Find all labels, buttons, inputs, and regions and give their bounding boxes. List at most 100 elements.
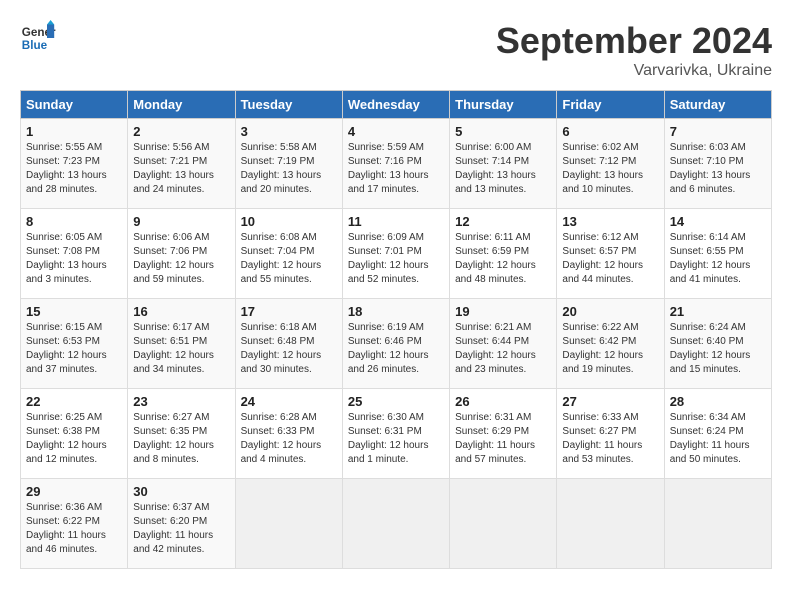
daylight-text: Daylight: 13 hours and 28 minutes. [26, 169, 122, 197]
column-header-tuesday: Tuesday [235, 91, 342, 119]
sunrise-text: Sunrise: 6:37 AM [133, 501, 229, 515]
day-number: 27 [562, 394, 658, 409]
calendar-cell: 7 Sunrise: 6:03 AM Sunset: 7:10 PM Dayli… [664, 119, 771, 209]
day-number: 28 [670, 394, 766, 409]
day-info: Sunrise: 6:08 AM Sunset: 7:04 PM Dayligh… [241, 231, 337, 287]
sunrise-text: Sunrise: 6:33 AM [562, 411, 658, 425]
sunset-text: Sunset: 6:24 PM [670, 425, 766, 439]
calendar-cell: 8 Sunrise: 6:05 AM Sunset: 7:08 PM Dayli… [21, 209, 128, 299]
day-info: Sunrise: 6:00 AM Sunset: 7:14 PM Dayligh… [455, 141, 551, 197]
day-number: 25 [348, 394, 444, 409]
sunrise-text: Sunrise: 6:14 AM [670, 231, 766, 245]
column-header-sunday: Sunday [21, 91, 128, 119]
calendar-cell: 3 Sunrise: 5:58 AM Sunset: 7:19 PM Dayli… [235, 119, 342, 209]
daylight-text: Daylight: 12 hours and 34 minutes. [133, 349, 229, 377]
sunset-text: Sunset: 6:20 PM [133, 515, 229, 529]
title-block: September 2024 Varvarivka, Ukraine [496, 20, 772, 80]
sunset-text: Sunset: 7:01 PM [348, 245, 444, 259]
calendar-cell: 16 Sunrise: 6:17 AM Sunset: 6:51 PM Dayl… [128, 299, 235, 389]
calendar-cell: 10 Sunrise: 6:08 AM Sunset: 7:04 PM Dayl… [235, 209, 342, 299]
day-info: Sunrise: 6:28 AM Sunset: 6:33 PM Dayligh… [241, 411, 337, 467]
daylight-text: Daylight: 12 hours and 41 minutes. [670, 259, 766, 287]
calendar-cell: 12 Sunrise: 6:11 AM Sunset: 6:59 PM Dayl… [450, 209, 557, 299]
day-number: 19 [455, 304, 551, 319]
daylight-text: Daylight: 12 hours and 8 minutes. [133, 439, 229, 467]
calendar-header-row: SundayMondayTuesdayWednesdayThursdayFrid… [21, 91, 772, 119]
sunrise-text: Sunrise: 6:36 AM [26, 501, 122, 515]
sunset-text: Sunset: 6:59 PM [455, 245, 551, 259]
sunset-text: Sunset: 6:40 PM [670, 335, 766, 349]
sunrise-text: Sunrise: 6:21 AM [455, 321, 551, 335]
sunset-text: Sunset: 6:48 PM [241, 335, 337, 349]
sunset-text: Sunset: 6:33 PM [241, 425, 337, 439]
calendar-cell: 28 Sunrise: 6:34 AM Sunset: 6:24 PM Dayl… [664, 389, 771, 479]
day-info: Sunrise: 6:09 AM Sunset: 7:01 PM Dayligh… [348, 231, 444, 287]
calendar-week-3: 15 Sunrise: 6:15 AM Sunset: 6:53 PM Dayl… [21, 299, 772, 389]
day-info: Sunrise: 6:31 AM Sunset: 6:29 PM Dayligh… [455, 411, 551, 467]
calendar-cell: 5 Sunrise: 6:00 AM Sunset: 7:14 PM Dayli… [450, 119, 557, 209]
column-header-monday: Monday [128, 91, 235, 119]
sunrise-text: Sunrise: 6:12 AM [562, 231, 658, 245]
daylight-text: Daylight: 13 hours and 20 minutes. [241, 169, 337, 197]
day-number: 15 [26, 304, 122, 319]
daylight-text: Daylight: 12 hours and 15 minutes. [670, 349, 766, 377]
sunrise-text: Sunrise: 6:27 AM [133, 411, 229, 425]
page-header: General Blue September 2024 Varvarivka, … [20, 20, 772, 80]
day-info: Sunrise: 6:36 AM Sunset: 6:22 PM Dayligh… [26, 501, 122, 557]
sunrise-text: Sunrise: 6:25 AM [26, 411, 122, 425]
calendar-cell [557, 479, 664, 569]
sunset-text: Sunset: 7:14 PM [455, 155, 551, 169]
sunrise-text: Sunrise: 6:05 AM [26, 231, 122, 245]
calendar-cell: 6 Sunrise: 6:02 AM Sunset: 7:12 PM Dayli… [557, 119, 664, 209]
day-info: Sunrise: 5:55 AM Sunset: 7:23 PM Dayligh… [26, 141, 122, 197]
sunrise-text: Sunrise: 6:06 AM [133, 231, 229, 245]
day-info: Sunrise: 6:15 AM Sunset: 6:53 PM Dayligh… [26, 321, 122, 377]
sunset-text: Sunset: 6:38 PM [26, 425, 122, 439]
day-info: Sunrise: 6:33 AM Sunset: 6:27 PM Dayligh… [562, 411, 658, 467]
calendar-cell: 2 Sunrise: 5:56 AM Sunset: 7:21 PM Dayli… [128, 119, 235, 209]
sunrise-text: Sunrise: 6:15 AM [26, 321, 122, 335]
sunset-text: Sunset: 6:53 PM [26, 335, 122, 349]
column-header-wednesday: Wednesday [342, 91, 449, 119]
calendar-cell: 4 Sunrise: 5:59 AM Sunset: 7:16 PM Dayli… [342, 119, 449, 209]
calendar-cell: 25 Sunrise: 6:30 AM Sunset: 6:31 PM Dayl… [342, 389, 449, 479]
column-header-saturday: Saturday [664, 91, 771, 119]
calendar-week-1: 1 Sunrise: 5:55 AM Sunset: 7:23 PM Dayli… [21, 119, 772, 209]
sunset-text: Sunset: 6:35 PM [133, 425, 229, 439]
sunrise-text: Sunrise: 5:59 AM [348, 141, 444, 155]
calendar-cell: 20 Sunrise: 6:22 AM Sunset: 6:42 PM Dayl… [557, 299, 664, 389]
calendar-cell: 9 Sunrise: 6:06 AM Sunset: 7:06 PM Dayli… [128, 209, 235, 299]
day-info: Sunrise: 6:27 AM Sunset: 6:35 PM Dayligh… [133, 411, 229, 467]
daylight-text: Daylight: 12 hours and 59 minutes. [133, 259, 229, 287]
day-number: 30 [133, 484, 229, 499]
calendar-cell: 26 Sunrise: 6:31 AM Sunset: 6:29 PM Dayl… [450, 389, 557, 479]
day-info: Sunrise: 6:05 AM Sunset: 7:08 PM Dayligh… [26, 231, 122, 287]
daylight-text: Daylight: 11 hours and 46 minutes. [26, 529, 122, 557]
column-header-friday: Friday [557, 91, 664, 119]
day-info: Sunrise: 6:22 AM Sunset: 6:42 PM Dayligh… [562, 321, 658, 377]
day-number: 14 [670, 214, 766, 229]
sunrise-text: Sunrise: 6:00 AM [455, 141, 551, 155]
daylight-text: Daylight: 12 hours and 30 minutes. [241, 349, 337, 377]
day-info: Sunrise: 6:25 AM Sunset: 6:38 PM Dayligh… [26, 411, 122, 467]
daylight-text: Daylight: 13 hours and 24 minutes. [133, 169, 229, 197]
calendar-week-5: 29 Sunrise: 6:36 AM Sunset: 6:22 PM Dayl… [21, 479, 772, 569]
day-info: Sunrise: 5:58 AM Sunset: 7:19 PM Dayligh… [241, 141, 337, 197]
svg-text:Blue: Blue [22, 39, 48, 52]
daylight-text: Daylight: 12 hours and 37 minutes. [26, 349, 122, 377]
sunset-text: Sunset: 7:21 PM [133, 155, 229, 169]
location-subtitle: Varvarivka, Ukraine [496, 62, 772, 80]
sunrise-text: Sunrise: 6:03 AM [670, 141, 766, 155]
day-number: 18 [348, 304, 444, 319]
sunset-text: Sunset: 7:19 PM [241, 155, 337, 169]
day-number: 21 [670, 304, 766, 319]
daylight-text: Daylight: 12 hours and 44 minutes. [562, 259, 658, 287]
column-header-thursday: Thursday [450, 91, 557, 119]
day-number: 8 [26, 214, 122, 229]
sunrise-text: Sunrise: 6:24 AM [670, 321, 766, 335]
sunset-text: Sunset: 7:12 PM [562, 155, 658, 169]
day-info: Sunrise: 6:19 AM Sunset: 6:46 PM Dayligh… [348, 321, 444, 377]
sunset-text: Sunset: 6:42 PM [562, 335, 658, 349]
day-info: Sunrise: 6:03 AM Sunset: 7:10 PM Dayligh… [670, 141, 766, 197]
sunrise-text: Sunrise: 6:28 AM [241, 411, 337, 425]
